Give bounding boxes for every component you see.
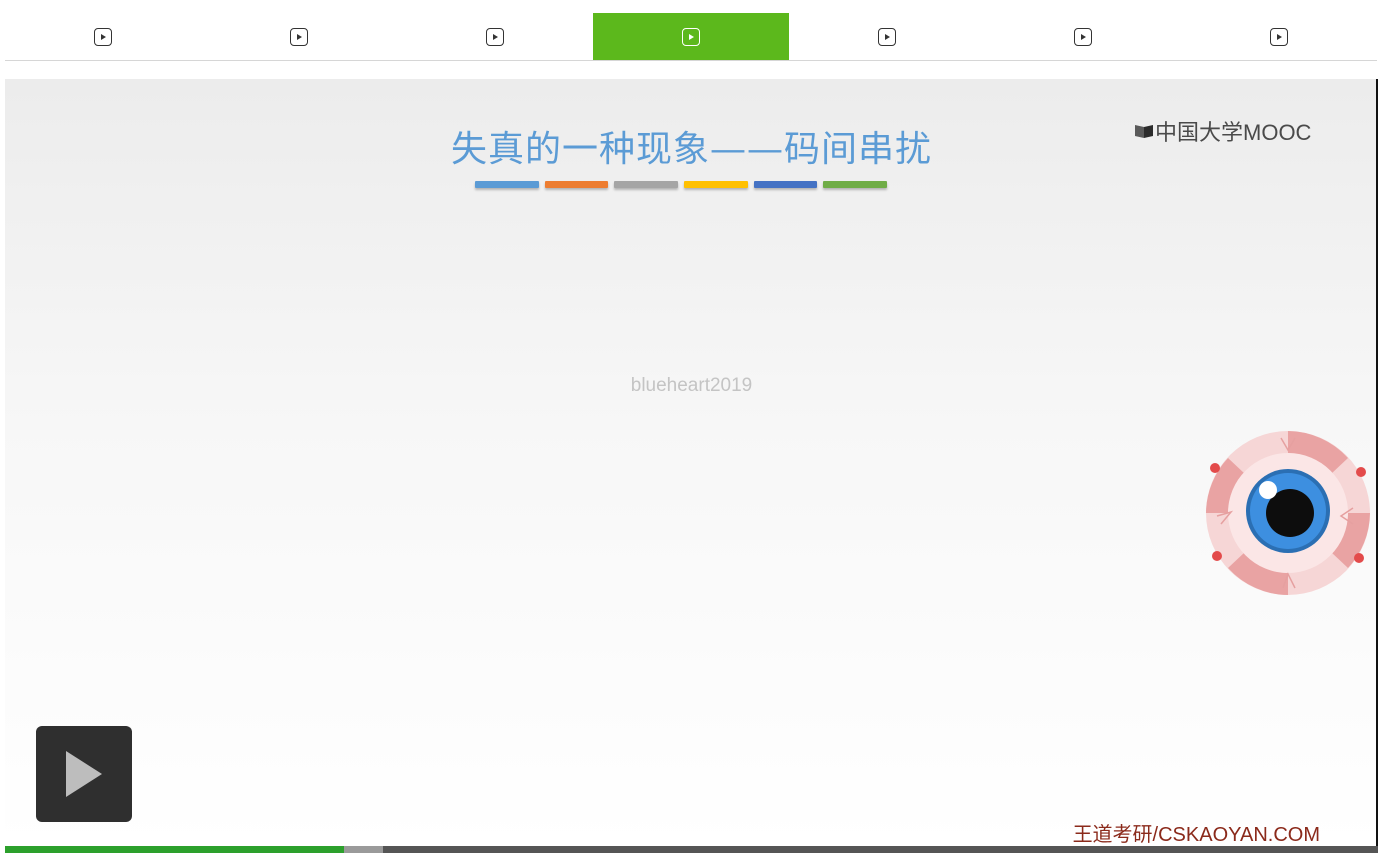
lesson-tab-bar <box>5 13 1377 61</box>
lesson-tab-6[interactable] <box>985 13 1181 60</box>
lesson-tab-5[interactable] <box>789 13 985 60</box>
big-play-button[interactable] <box>36 726 132 822</box>
title-bar-4 <box>684 181 748 188</box>
play-icon <box>66 751 102 797</box>
lesson-tab-3[interactable] <box>397 13 593 60</box>
mooc-flag-icon <box>1135 125 1153 138</box>
video-right-border <box>1376 79 1378 847</box>
footer-brand: 王道考研/CSKAOYAN.COM <box>1072 824 1320 846</box>
lesson-tab-1[interactable] <box>5 13 201 60</box>
video-progress-bar[interactable] <box>5 846 1378 853</box>
video-play-icon <box>878 27 896 46</box>
video-player[interactable]: 失真的一种现象——码间串扰 中国大学MOOC blueheart2019 王道考… <box>5 79 1378 847</box>
title-bar-3 <box>614 181 679 188</box>
title-bar-5 <box>753 181 818 188</box>
user-watermark: blueheart2019 <box>630 375 753 396</box>
lesson-tab-4-active[interactable] <box>593 13 789 60</box>
video-play-icon <box>1270 27 1288 46</box>
lesson-tab-7[interactable] <box>1181 13 1377 60</box>
progress-played <box>5 846 345 853</box>
lesson-tab-2[interactable] <box>201 13 397 60</box>
eyeball-illustration-icon <box>1206 431 1370 595</box>
title-bar-6 <box>823 181 888 188</box>
title-underline-bars <box>475 181 888 189</box>
title-bar-1 <box>475 181 539 188</box>
mooc-logo-text: 中国大学MOOC <box>1155 120 1312 145</box>
video-play-icon <box>94 27 112 46</box>
mooc-logo: 中国大学MOOC <box>1135 115 1311 147</box>
video-play-icon <box>1074 27 1092 46</box>
video-play-icon <box>486 27 504 46</box>
title-bar-2 <box>544 181 609 188</box>
video-play-icon <box>290 27 308 46</box>
video-play-icon <box>682 27 700 46</box>
